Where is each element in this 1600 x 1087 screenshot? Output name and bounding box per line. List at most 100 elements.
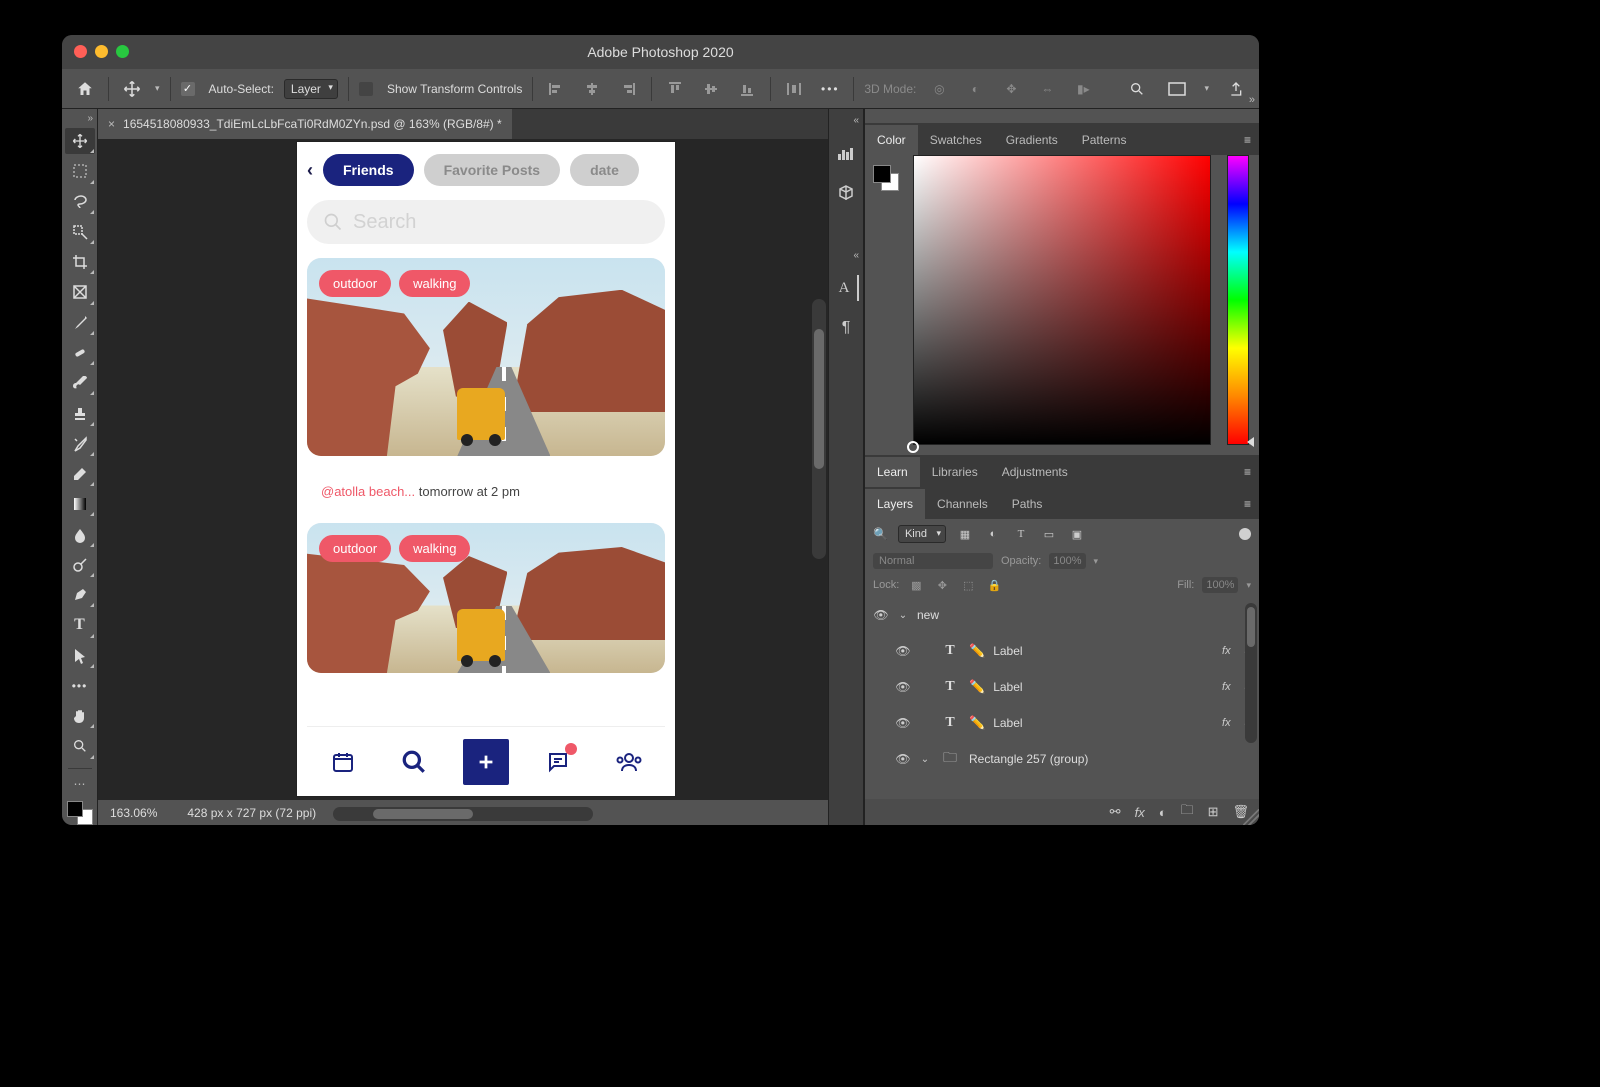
- mask-add-icon[interactable]: ◐: [1159, 805, 1167, 820]
- hand-tool[interactable]: [65, 703, 95, 729]
- tab-swatches[interactable]: Swatches: [918, 125, 994, 155]
- rail-histogram-icon[interactable]: [833, 140, 859, 166]
- move-tool-icon[interactable]: [119, 76, 145, 102]
- fx-indicator[interactable]: fx: [1222, 717, 1231, 729]
- frame-tool[interactable]: [65, 279, 95, 305]
- align-center-v-icon[interactable]: [698, 76, 724, 102]
- canvas-vscroll[interactable]: [812, 299, 826, 559]
- fx-indicator[interactable]: fx: [1222, 645, 1231, 657]
- align-center-h-icon[interactable]: [579, 76, 605, 102]
- visibility-toggle[interactable]: 👁: [895, 680, 911, 694]
- tab-adjustments[interactable]: Adjustments: [990, 457, 1080, 487]
- zoom-tool[interactable]: [65, 733, 95, 759]
- rail-paragraph-icon[interactable]: ¶: [833, 315, 859, 341]
- healing-tool[interactable]: [65, 340, 95, 366]
- visibility-toggle[interactable]: 👁: [873, 608, 889, 622]
- type-tool[interactable]: T: [65, 612, 95, 638]
- color-picker[interactable]: [865, 155, 1259, 455]
- home-button[interactable]: [72, 76, 98, 102]
- filter-shape-icon[interactable]: ▭: [1040, 528, 1058, 541]
- align-right-icon[interactable]: [615, 76, 641, 102]
- brush-tool[interactable]: [65, 370, 95, 396]
- tab-layers[interactable]: Layers: [865, 489, 925, 519]
- group-add-icon[interactable]: 🗀: [1181, 801, 1194, 823]
- maximize-button[interactable]: [116, 45, 129, 58]
- search-icon[interactable]: [1124, 76, 1150, 102]
- mock-post-2: outdoor walking: [307, 523, 665, 673]
- tab-channels[interactable]: Channels: [925, 489, 1000, 519]
- fx-add-icon[interactable]: fx: [1135, 805, 1145, 820]
- history-brush-tool[interactable]: [65, 431, 95, 457]
- canvas-viewport[interactable]: ‹ Friends Favorite Posts date Search: [98, 139, 828, 800]
- close-button[interactable]: [74, 45, 87, 58]
- distribute-icon[interactable]: [781, 76, 807, 102]
- tab-patterns[interactable]: Patterns: [1070, 125, 1139, 155]
- visibility-toggle[interactable]: 👁: [895, 752, 911, 766]
- layers-vscroll[interactable]: [1245, 603, 1257, 743]
- twist-icon[interactable]: ⌄: [919, 754, 931, 765]
- align-top-icon[interactable]: [662, 76, 688, 102]
- tab-gradients[interactable]: Gradients: [994, 125, 1070, 155]
- pen-tool[interactable]: [65, 582, 95, 608]
- tab-learn[interactable]: Learn: [865, 457, 920, 487]
- align-bottom-icon[interactable]: [734, 76, 760, 102]
- lock-position-icon[interactable]: ✥: [933, 579, 951, 592]
- crop-tool[interactable]: [65, 249, 95, 275]
- share-icon[interactable]: [1223, 76, 1249, 102]
- tab-close-icon[interactable]: ×: [108, 117, 115, 131]
- resize-handle[interactable]: [1243, 809, 1259, 825]
- document-tab[interactable]: × 1654518080933_TdiEmLcLbFcaTi0RdM0ZYn.p…: [98, 109, 512, 139]
- stamp-tool[interactable]: [65, 400, 95, 426]
- move-tool[interactable]: [65, 128, 95, 154]
- path-select-tool[interactable]: [65, 643, 95, 669]
- fill-value[interactable]: 100%: [1202, 577, 1238, 593]
- lock-artboard-icon[interactable]: ⬚: [959, 579, 977, 592]
- new-layer-icon[interactable]: ⊞: [1208, 804, 1219, 820]
- marquee-tool[interactable]: [65, 158, 95, 184]
- lock-pixels-icon[interactable]: ▩: [907, 579, 925, 592]
- selection-tool[interactable]: [65, 219, 95, 245]
- link-layers-icon[interactable]: ⚯: [1110, 804, 1121, 820]
- auto-select-dropdown[interactable]: Layer: [284, 79, 338, 99]
- filter-adjust-icon[interactable]: ◐: [984, 528, 1002, 540]
- minimize-button[interactable]: [95, 45, 108, 58]
- filter-toggle[interactable]: [1239, 528, 1251, 540]
- tab-libraries[interactable]: Libraries: [920, 457, 990, 487]
- canvas-hscroll[interactable]: [333, 807, 593, 821]
- blend-mode-select[interactable]: Normal: [873, 553, 993, 569]
- twist-icon[interactable]: ⌄: [897, 610, 909, 621]
- fg-bg-swatch[interactable]: [67, 801, 93, 825]
- filter-text-icon[interactable]: T: [1012, 528, 1030, 540]
- layer-filter-kind[interactable]: Kind: [898, 525, 946, 543]
- tab-paths[interactable]: Paths: [1000, 489, 1055, 519]
- eyedropper-tool[interactable]: [65, 310, 95, 336]
- fx-indicator[interactable]: fx: [1222, 681, 1231, 693]
- visibility-toggle[interactable]: 👁: [895, 716, 911, 730]
- more-options-icon[interactable]: •••: [817, 76, 843, 102]
- options-bar: ▾ ✓ Auto-Select: Layer Show Transform Co…: [62, 69, 1259, 109]
- visibility-toggle[interactable]: 👁: [895, 644, 911, 658]
- more-tools[interactable]: •••: [65, 673, 95, 699]
- lock-all-icon[interactable]: 🔒: [985, 579, 1003, 592]
- color-panel-tabs: Color Swatches Gradients Patterns ≡: [865, 123, 1259, 155]
- blur-tool[interactable]: [65, 521, 95, 547]
- status-zoom[interactable]: 163.06%: [110, 806, 157, 820]
- rail-character-icon[interactable]: A: [833, 275, 859, 301]
- transform-checkbox[interactable]: [359, 82, 373, 96]
- dodge-tool[interactable]: [65, 552, 95, 578]
- opacity-value[interactable]: 100%: [1049, 553, 1085, 569]
- gradient-tool[interactable]: [65, 491, 95, 517]
- eraser-tool[interactable]: [65, 461, 95, 487]
- rail-3d-icon[interactable]: [833, 180, 859, 206]
- tab-color[interactable]: Color: [865, 125, 918, 155]
- layer-tree[interactable]: 👁 ⌄ new 👁 T ✏️ Label fx⌄ 👁: [865, 597, 1259, 799]
- screen-mode-icon[interactable]: [1164, 76, 1190, 102]
- layers-panel-menu-icon[interactable]: ≡: [1236, 489, 1259, 519]
- mid-panel-menu-icon[interactable]: ≡: [1236, 457, 1259, 487]
- color-panel-menu-icon[interactable]: ≡: [1236, 125, 1259, 155]
- filter-image-icon[interactable]: ▦: [956, 528, 974, 541]
- align-left-icon[interactable]: [543, 76, 569, 102]
- lasso-tool[interactable]: [65, 189, 95, 215]
- filter-smart-icon[interactable]: ▣: [1068, 528, 1086, 541]
- auto-select-checkbox[interactable]: ✓: [181, 82, 195, 96]
